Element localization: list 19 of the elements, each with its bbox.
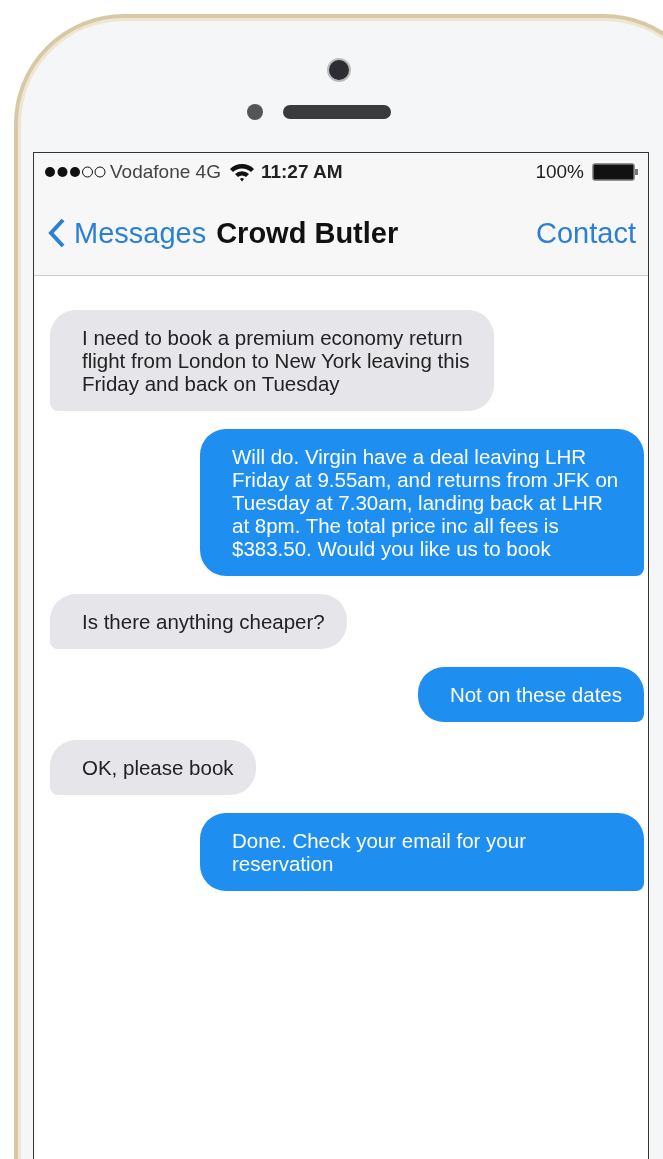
- wifi-icon: [228, 162, 255, 182]
- sent-message: Not on these dates: [417, 667, 644, 722]
- camera-icon: [327, 58, 351, 82]
- back-button[interactable]: Messages: [48, 216, 207, 250]
- contact-button[interactable]: Contact: [536, 216, 636, 250]
- battery-icon: [592, 163, 638, 181]
- battery-percent: 100%: [535, 161, 584, 183]
- conversation-title: Crowd Butler: [216, 216, 399, 250]
- received-message: OK, please book: [50, 740, 256, 795]
- sent-message: Done. Check your email for your reservation: [200, 813, 644, 891]
- speaker-icon: [283, 105, 391, 119]
- chevron-left-icon: [48, 218, 66, 248]
- received-message: Is there anything cheaper?: [50, 594, 347, 649]
- received-message: I need to book a premium economy return flight from London to New York leaving this Friday and back on Tuesday: [50, 310, 494, 411]
- carrier-name: Vodafone 4G: [110, 161, 221, 183]
- signal-icon: [44, 166, 106, 178]
- sensor-icon: [247, 104, 263, 120]
- sent-message: Will do. Virgin have a deal leaving LHR Friday at 9.55am, and returns from JFK on Tuesday at 7.30am, landing back at LHR at 8pm. The total price inc all fees is $383.50. Would you like us to book: [200, 429, 644, 576]
- status-time: 11:27 AM: [260, 161, 343, 183]
